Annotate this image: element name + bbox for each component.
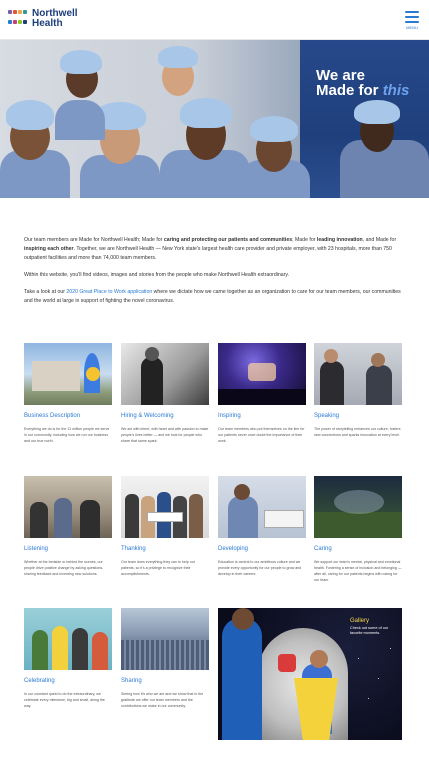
card-image <box>314 343 402 405</box>
card-title: Business Description <box>24 413 81 419</box>
logo-square <box>23 10 27 14</box>
card-image <box>24 608 112 670</box>
card-description: We support our team's mental, physical a… <box>314 560 402 582</box>
card-description: In our constant quest to do the extraord… <box>24 692 105 708</box>
tagline-line-2: Made for <box>316 82 379 99</box>
card-description: Seeing how it's who we are and we show t… <box>121 692 204 708</box>
card-image <box>121 476 209 538</box>
menu-label: MENU <box>406 25 418 30</box>
card-title: Speaking <box>314 413 340 419</box>
card-listening[interactable]: Listening Whether at the bedside or behi… <box>24 476 112 577</box>
logo-square <box>23 19 27 24</box>
logo-square <box>8 10 12 14</box>
intro-emphasis: leading innovation <box>316 237 363 243</box>
logo-square <box>13 19 17 24</box>
card-celebrating[interactable]: Celebrating In our constant quest to do … <box>24 608 112 709</box>
card-image <box>314 476 402 538</box>
card-image <box>121 608 209 670</box>
card-description: Our team members who put themselves on t… <box>218 427 305 443</box>
card-speaking[interactable]: Speaking The power of storytelling enhan… <box>314 343 402 438</box>
hamburger-menu-button[interactable]: MENU <box>405 11 419 30</box>
card-description: Our team does everything they can to hel… <box>121 560 195 576</box>
intro-paragraph-3: Take a look at our 2020 Great Place to W… <box>24 288 406 306</box>
logo-mark-icon <box>8 10 28 28</box>
logo-line-2: Health <box>32 18 63 29</box>
site-header: Northwell Health MENU <box>0 0 429 40</box>
card-title: Listening <box>24 546 49 552</box>
card-inspiring[interactable]: Inspiring Our team members who put thems… <box>218 343 306 444</box>
logo-square <box>18 19 22 24</box>
card-description: The power of storytelling enhances our c… <box>314 427 401 437</box>
gallery-text: Check out some of our favorite moments. <box>350 626 389 635</box>
hero-tagline: We are Made for this <box>316 68 409 98</box>
hamburger-menu-icon <box>405 11 419 13</box>
tagline-accent: this <box>382 82 410 99</box>
card-image <box>24 343 112 405</box>
card-image <box>218 343 306 405</box>
northwell-logo[interactable]: Northwell Health <box>8 9 78 29</box>
logo-wordmark: Northwell Health <box>32 9 78 29</box>
intro-emphasis: caring and protecting our patients and c… <box>163 237 293 243</box>
card-title: Sharing <box>121 678 142 684</box>
intro-text: , and Made for <box>362 237 397 243</box>
card-description: Everything we do is for the 11 million p… <box>24 427 110 443</box>
card-image <box>218 476 306 538</box>
card-sharing[interactable]: Sharing Seeing how it's who we are and w… <box>121 608 209 709</box>
card-title: Inspiring <box>218 413 241 419</box>
card-title: Thanking <box>121 546 146 552</box>
card-thanking[interactable]: Thanking Our team does everything they c… <box>121 476 209 577</box>
card-description: Whether at the bedside or behind the sce… <box>24 560 104 576</box>
card-title: Hiring & Welcoming <box>121 413 174 419</box>
card-developing[interactable]: Developing Education is central to our a… <box>218 476 306 577</box>
card-title: Developing <box>218 546 249 552</box>
card-caring[interactable]: Caring We support our team's mental, phy… <box>314 476 402 583</box>
logo-square <box>13 10 17 14</box>
logo-square <box>18 10 22 14</box>
intro-text: Our team members are Made for Northwell … <box>24 237 164 243</box>
tagline-line-1: We are <box>316 67 365 84</box>
intro-text: . Together, we are Northwell Health — Ne… <box>24 246 392 261</box>
hero-banner: We are Made for this <box>0 40 429 198</box>
intro-paragraph-2: Within this website, you'll find videos,… <box>24 272 290 278</box>
card-hiring-welcoming[interactable]: Hiring & Welcoming We act with intent, w… <box>121 343 209 444</box>
card-business-description[interactable]: Business Description Everything we do is… <box>24 343 112 444</box>
card-description: Education is central to our ambitious cu… <box>218 560 302 576</box>
logo-square <box>8 19 12 24</box>
gptw-application-link[interactable]: 2020 Great Place to Work application <box>66 289 152 295</box>
intro-section: Our team members are Made for Northwell … <box>24 236 406 314</box>
card-image <box>24 476 112 538</box>
card-title: Caring <box>314 546 332 552</box>
gallery-label: Gallery <box>350 618 370 624</box>
card-title: Celebrating <box>24 678 55 684</box>
hamburger-bar <box>405 16 419 18</box>
card-description: We act with intent, with heart and with … <box>121 427 209 443</box>
intro-text: Take a look at our <box>24 289 67 295</box>
card-image <box>121 343 209 405</box>
gallery-feature[interactable]: Gallery Check out some of our favorite m… <box>218 608 402 740</box>
intro-paragraph-1: Our team members are Made for Northwell … <box>24 236 406 263</box>
intro-text: ; Made for <box>292 237 317 243</box>
intro-emphasis: inspiring each other <box>24 246 74 252</box>
hamburger-bar <box>405 21 419 23</box>
